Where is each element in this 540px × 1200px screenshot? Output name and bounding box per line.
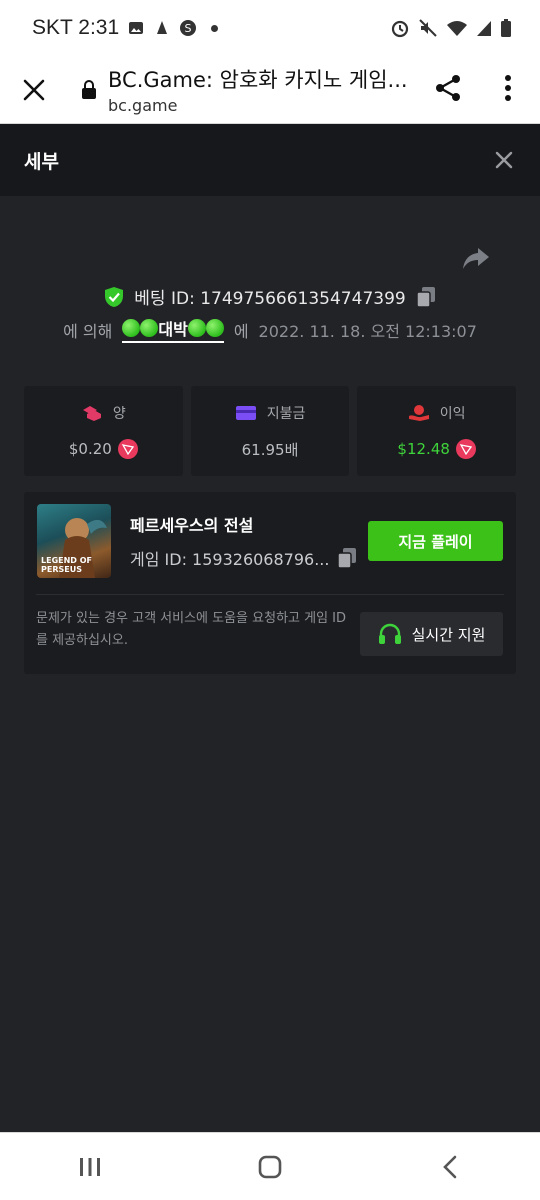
green-ball-icon xyxy=(187,319,206,337)
game-id: 게임 ID: 159326068796... xyxy=(130,550,330,569)
stat-amount-label: 양 xyxy=(112,406,126,422)
page-title: BC.Game: 암호화 카지노 게임... xyxy=(108,68,408,92)
stat-payout-label: 지불금 xyxy=(266,405,306,422)
modal-title: 세부 xyxy=(24,150,59,173)
back-icon xyxy=(443,1155,457,1178)
green-ball-icon xyxy=(140,319,159,337)
share-bet-button[interactable] xyxy=(462,246,490,274)
coins-icon xyxy=(82,406,101,421)
trx-coin-icon xyxy=(117,439,138,459)
close-tab-button[interactable] xyxy=(0,56,68,124)
recent-apps-button[interactable] xyxy=(60,1142,120,1192)
live-support-button[interactable]: 실시간 지원 xyxy=(360,612,503,656)
headset-icon xyxy=(378,623,401,644)
stat-payout: 지불금 61.95배 xyxy=(190,386,350,476)
dot-icon xyxy=(211,24,219,32)
carrier-time: SKT 2:31 xyxy=(32,16,120,39)
browser-toolbar: BC.Game: 암호화 카지노 게임... bc.game xyxy=(0,56,540,124)
stat-amount-value: $0.20 xyxy=(68,440,112,458)
bet-id: 베팅 ID: 1749756661354747399 xyxy=(134,289,406,309)
green-ball-icon xyxy=(122,319,141,337)
home-button[interactable] xyxy=(240,1142,300,1192)
share-icon xyxy=(436,75,460,101)
share-button[interactable] xyxy=(430,68,466,108)
more-vert-icon xyxy=(505,75,511,101)
bet-timestamp: 2022. 11. 18. 오전 12:13:07 xyxy=(258,321,477,341)
copy-icon[interactable] xyxy=(337,547,357,569)
profit-icon xyxy=(408,405,429,421)
stat-profit-label: 이익 xyxy=(439,406,466,422)
shield-check-icon xyxy=(105,286,124,307)
bet-stats: 양 $0.20 지불금 61.95배 이익 $12.48 xyxy=(24,386,517,476)
system-navigation-bar xyxy=(0,1132,540,1200)
game-card: LEGEND OF PERSEUS 페르세우스의 전설 게임 ID: 15932… xyxy=(24,492,516,674)
signal-icon xyxy=(477,21,491,36)
home-icon xyxy=(258,1155,282,1178)
copy-icon[interactable] xyxy=(415,286,436,308)
by-label: 에 의해 xyxy=(63,321,113,341)
green-ball-icon xyxy=(205,319,224,337)
username: 대박 xyxy=(158,320,188,339)
bet-details-content: 베팅 ID: 1749756661354747399 에 의해 대박 에 202… xyxy=(0,196,540,1132)
status-bar: SKT 2:31 S xyxy=(0,0,540,56)
lock-icon[interactable] xyxy=(70,79,108,100)
bet-owner-row: 에 의해 대박 에 2022. 11. 18. 오전 12:13:07 xyxy=(0,316,540,343)
modal-header: 세부 xyxy=(0,124,540,196)
svg-text:S: S xyxy=(185,22,192,35)
battery-icon xyxy=(501,19,511,37)
trx-coin-icon xyxy=(455,439,476,459)
game-name: 페르세우스의 전설 xyxy=(130,516,254,535)
image-icon xyxy=(127,19,145,37)
stat-payout-value: 61.95배 xyxy=(241,440,299,459)
username-link[interactable]: 대박 xyxy=(122,316,224,343)
overflow-menu-button[interactable] xyxy=(494,68,522,108)
notification-icon xyxy=(153,19,171,37)
stat-profit-value: $12.48 xyxy=(397,440,450,458)
alarm-icon xyxy=(391,20,409,38)
s-app-icon: S xyxy=(179,19,197,37)
live-support-label: 실시간 지원 xyxy=(411,625,486,644)
play-now-button[interactable]: 지금 플레이 xyxy=(368,521,503,561)
mute-icon xyxy=(419,19,437,37)
close-icon xyxy=(23,79,45,100)
card-icon xyxy=(235,405,256,420)
modal-close-button[interactable] xyxy=(492,148,516,172)
game-thumbnail-text: LEGEND OF PERSEUS xyxy=(41,556,92,574)
recent-apps-icon xyxy=(80,1157,100,1176)
game-id-row: 게임 ID: 159326068796... xyxy=(130,546,357,570)
back-button[interactable] xyxy=(420,1142,480,1192)
divider xyxy=(36,594,504,595)
share-arrow-icon xyxy=(463,248,489,269)
at-label: 에 xyxy=(233,321,249,341)
page-address-area[interactable]: BC.Game: 암호화 카지노 게임... bc.game xyxy=(108,64,408,115)
stat-amount: 양 $0.20 xyxy=(24,386,183,476)
game-thumbnail[interactable]: LEGEND OF PERSEUS xyxy=(37,504,111,578)
page-url: bc.game xyxy=(108,96,178,115)
close-icon xyxy=(495,151,513,169)
stat-profit: 이익 $12.48 xyxy=(357,386,517,476)
wifi-icon xyxy=(447,21,467,36)
help-text: 문제가 있는 경우 고객 서비스에 도움을 요청하고 게임 ID를 제공하십시오… xyxy=(36,611,347,648)
bet-id-row: 베팅 ID: 1749756661354747399 xyxy=(0,284,540,309)
